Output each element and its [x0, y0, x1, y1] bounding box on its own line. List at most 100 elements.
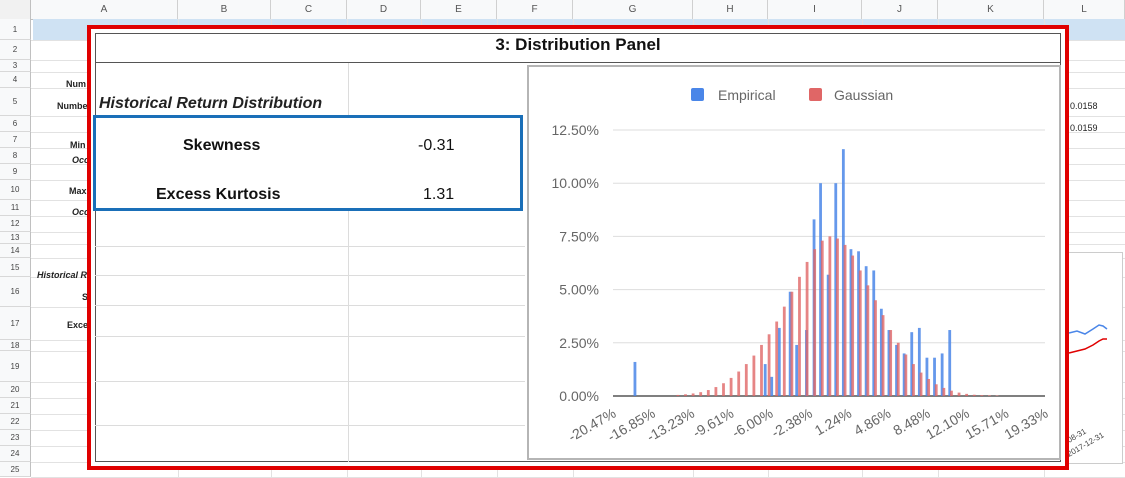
gaussian-bar — [950, 391, 953, 396]
row-header-7[interactable]: 7 — [0, 132, 31, 148]
gaussian-bar — [889, 330, 892, 396]
excess-kurtosis-value[interactable]: 1.31 — [423, 186, 454, 204]
x-tick-label: 15.71% — [962, 405, 1011, 443]
gaussian-bar — [699, 392, 702, 396]
cell-l6[interactable]: 0.0159 — [1070, 123, 1098, 133]
gaussian-bar — [866, 285, 869, 396]
x-tick-label: 19.33% — [1001, 405, 1050, 443]
cell-a4[interactable]: Num — [66, 79, 86, 89]
row-header-24[interactable]: 24 — [0, 446, 31, 462]
row-header-10[interactable]: 10 — [0, 180, 31, 200]
gaussian-bar — [737, 372, 740, 396]
row-header-25[interactable]: 25 — [0, 462, 31, 477]
row-header-4[interactable]: 4 — [0, 72, 31, 88]
panel-grid-line — [95, 336, 525, 337]
title-separator — [95, 62, 1061, 63]
column-header-i[interactable]: I — [768, 0, 862, 19]
legend-gaussian-swatch — [809, 88, 822, 101]
row-header-21[interactable]: 21 — [0, 398, 31, 414]
column-header-d[interactable]: D — [347, 0, 421, 19]
gaussian-bar — [752, 356, 755, 396]
skewness-label: Skewness — [183, 137, 260, 155]
y-tick-label: 0.00% — [559, 388, 599, 404]
gaussian-bar — [904, 355, 907, 396]
row-header-9[interactable]: 9 — [0, 164, 31, 180]
gaussian-bar — [684, 394, 687, 396]
row-header-19[interactable]: 19 — [0, 351, 31, 382]
empirical-bar — [778, 328, 781, 396]
legend-empirical-swatch — [691, 88, 704, 101]
row-header-12[interactable]: 12 — [0, 216, 31, 232]
gaussian-bar — [874, 300, 877, 396]
column-header-l[interactable]: L — [1044, 0, 1125, 19]
distribution-chart[interactable]: Empirical Gaussian 0.00%2.50%5.00%7.50%1… — [527, 65, 1061, 460]
chart-axis: -20.47%-16.85%-13.23%-9.61%-6.00%-2.38%1… — [565, 405, 1050, 445]
gaussian-bar — [707, 390, 710, 396]
column-header-g[interactable]: G — [573, 0, 693, 19]
gaussian-bar — [798, 277, 801, 396]
x-tick-label: -6.00% — [729, 405, 775, 441]
empirical-bar — [634, 362, 637, 396]
column-header-e[interactable]: E — [421, 0, 497, 19]
skewness-value[interactable]: -0.31 — [418, 137, 454, 155]
row-header-17[interactable]: 17 — [0, 307, 31, 340]
gaussian-bar — [988, 395, 991, 396]
stats-box: Skewness -0.31 Excess Kurtosis 1.31 — [93, 115, 523, 211]
cell-a17[interactable]: Exce — [67, 320, 88, 330]
gaussian-bar — [692, 393, 695, 396]
row-header-6[interactable]: 6 — [0, 116, 31, 132]
row-header-15[interactable]: 15 — [0, 258, 31, 277]
cell-a10[interactable]: Max — [69, 186, 87, 196]
column-header-f[interactable]: F — [497, 0, 573, 19]
x-tick-label: 12.10% — [923, 405, 972, 443]
select-all-corner[interactable] — [0, 0, 31, 19]
empirical-bar — [770, 377, 773, 396]
gaussian-bar — [828, 236, 831, 396]
cell-a5[interactable]: Numbe — [57, 101, 88, 111]
background-line-chart-svg: 08-31 2017-12-31 — [1067, 253, 1122, 463]
row-header-14[interactable]: 14 — [0, 244, 31, 258]
row-header-3[interactable]: 3 — [0, 60, 31, 72]
gaussian-bar — [882, 315, 885, 396]
row-header-1[interactable]: 1 — [0, 19, 31, 40]
gaussian-bar — [677, 395, 680, 396]
row-header-16[interactable]: 16 — [0, 277, 31, 307]
line-series-2 — [1069, 339, 1107, 353]
gaussian-bar — [912, 364, 915, 396]
x-tick-label: -9.61% — [690, 405, 736, 441]
row-header-5[interactable]: 5 — [0, 88, 31, 116]
row-header-22[interactable]: 22 — [0, 414, 31, 430]
x-tick-label: 4.86% — [851, 405, 893, 439]
row-header-18[interactable]: 18 — [0, 340, 31, 351]
chart-legend: Empirical Gaussian — [691, 87, 893, 103]
gaussian-bar — [813, 249, 816, 396]
cell-a7[interactable]: Min — [70, 140, 86, 150]
column-header-b[interactable]: B — [178, 0, 271, 19]
column-header-c[interactable]: C — [271, 0, 347, 19]
row-header-8[interactable]: 8 — [0, 148, 31, 164]
row-header-23[interactable]: 23 — [0, 430, 31, 446]
row-header-13[interactable]: 13 — [0, 232, 31, 244]
column-header-j[interactable]: J — [862, 0, 938, 19]
chart-bars — [634, 149, 999, 396]
row-header-11[interactable]: 11 — [0, 200, 31, 216]
column-header-a[interactable]: A — [31, 0, 178, 19]
gaussian-bar — [851, 256, 854, 396]
cell-a15[interactable]: Historical R — [37, 270, 87, 280]
row-header-20[interactable]: 20 — [0, 382, 31, 398]
row-header-2[interactable]: 2 — [0, 40, 31, 60]
gaussian-bar — [942, 388, 945, 396]
distribution-panel: 3: Distribution Panel Historical Return … — [87, 25, 1069, 470]
column-header-h[interactable]: H — [693, 0, 768, 19]
cell-l5[interactable]: 0.0158 — [1070, 101, 1098, 111]
gaussian-bar — [965, 394, 968, 396]
panel-grid-line — [95, 381, 525, 382]
y-tick-label: 7.50% — [559, 228, 599, 244]
panel-title: 3: Distribution Panel — [91, 35, 1065, 55]
column-header-k[interactable]: K — [938, 0, 1044, 19]
legend-empirical-label: Empirical — [718, 87, 776, 103]
y-tick-label: 2.50% — [559, 335, 599, 351]
excess-kurtosis-label: Excess Kurtosis — [156, 186, 281, 204]
background-line-chart[interactable]: 08-31 2017-12-31 — [1066, 252, 1123, 464]
empirical-bar — [795, 345, 798, 396]
